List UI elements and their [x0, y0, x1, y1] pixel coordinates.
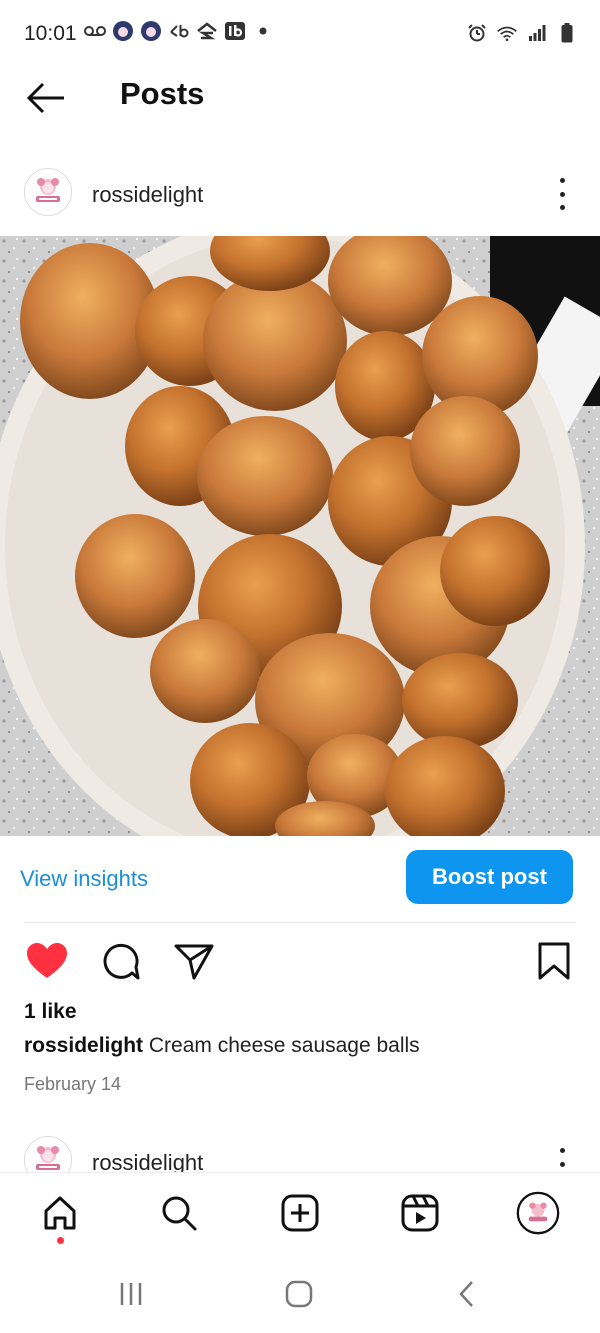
system-nav	[0, 1252, 600, 1333]
nav-profile[interactable]	[516, 1191, 560, 1235]
home-button-icon	[285, 1280, 313, 1308]
boost-post-button[interactable]: Boost post	[406, 850, 573, 904]
avatar[interactable]	[24, 168, 72, 216]
zillow-icon	[196, 20, 218, 42]
more-options-button[interactable]	[550, 178, 574, 210]
avatar-icon	[112, 20, 134, 42]
wifi-icon	[496, 22, 518, 44]
home-icon	[44, 1196, 76, 1230]
back-icon	[459, 1281, 473, 1307]
caption-username[interactable]: rossidelight	[24, 1034, 143, 1057]
app-icon	[168, 20, 190, 42]
create-icon	[281, 1194, 319, 1232]
recents-icon	[120, 1283, 142, 1305]
like-button[interactable]	[25, 940, 69, 984]
profile-avatar-icon	[28, 1140, 68, 1172]
post-image[interactable]	[0, 236, 600, 836]
dot	[559, 205, 565, 210]
send-icon	[174, 944, 214, 980]
likes-count[interactable]: 1 like	[24, 1000, 77, 1024]
status-bar: 10:01	[0, 0, 600, 64]
status-icons-right	[466, 22, 578, 44]
avatar-icon	[140, 20, 162, 42]
nav-reels[interactable]	[398, 1191, 442, 1235]
dot	[559, 1148, 565, 1153]
nav-home[interactable]	[38, 1191, 82, 1235]
battery-icon	[556, 22, 578, 44]
voicemail-icon	[84, 20, 106, 42]
heart-filled-icon	[27, 943, 67, 978]
nav-search[interactable]	[157, 1191, 201, 1235]
post-date: February 14	[24, 1074, 122, 1094]
dot	[559, 178, 565, 183]
arrow-left-icon	[26, 82, 64, 114]
ib-icon	[224, 20, 246, 42]
dot	[559, 1161, 565, 1167]
avatar[interactable]	[24, 1136, 72, 1172]
comment-icon	[103, 943, 140, 980]
more-options-button[interactable]	[550, 1148, 574, 1172]
bookmark-icon	[538, 942, 570, 980]
post-header: rossidelight	[0, 164, 600, 228]
back-system-button[interactable]	[447, 1278, 487, 1310]
food-photo	[0, 236, 600, 836]
search-icon	[162, 1196, 197, 1231]
next-post-username[interactable]: rossidelight	[92, 1150, 203, 1172]
profile-icon	[516, 1191, 560, 1235]
dot-icon	[252, 20, 274, 42]
caption-text: Cream cheese sausage balls	[143, 1034, 420, 1057]
comment-button[interactable]	[98, 940, 142, 984]
notification-dot	[57, 1237, 64, 1244]
post-actions	[0, 940, 600, 984]
next-post-header: rossidelight	[0, 1132, 600, 1172]
dot	[559, 191, 565, 197]
profile-avatar-icon	[28, 172, 68, 212]
app-bar: Posts	[0, 64, 600, 132]
page-title: Posts	[120, 76, 205, 111]
status-icons-left	[84, 20, 274, 42]
recents-button[interactable]	[111, 1278, 151, 1310]
reels-icon	[401, 1194, 439, 1232]
view-insights-link[interactable]: View insights	[20, 866, 148, 892]
divider	[24, 922, 576, 923]
post-caption: rossidelight Cream cheese sausage balls	[24, 1034, 420, 1058]
insights-row: View insights Boost post	[0, 850, 600, 910]
back-button[interactable]	[22, 78, 70, 118]
share-button[interactable]	[172, 940, 216, 984]
bottom-nav	[0, 1172, 600, 1253]
save-button[interactable]	[532, 940, 576, 984]
alarm-icon	[466, 22, 488, 44]
home-system-button[interactable]	[279, 1278, 319, 1310]
nav-create[interactable]	[278, 1191, 322, 1235]
status-time: 10:01	[24, 22, 77, 45]
signal-icon	[526, 22, 548, 44]
post-username[interactable]: rossidelight	[92, 182, 203, 208]
